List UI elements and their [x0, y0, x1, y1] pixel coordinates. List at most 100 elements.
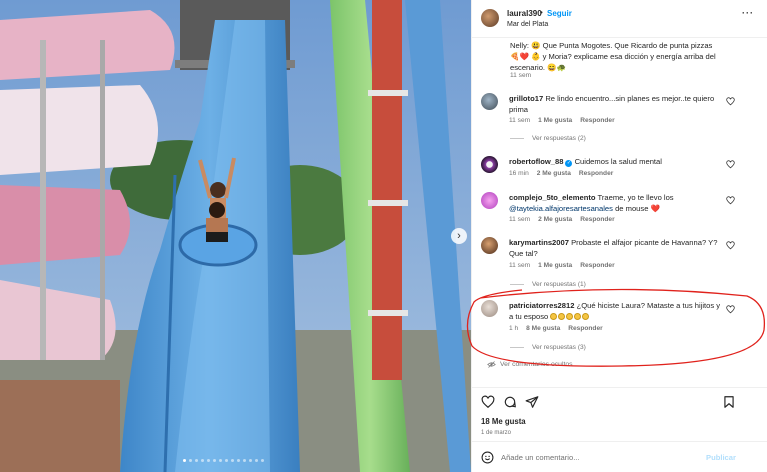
sad-emoji-icon: [582, 313, 590, 320]
replies-line: [510, 347, 524, 348]
sad-emoji-icon: [566, 313, 574, 320]
reply-button[interactable]: Responder: [568, 325, 602, 332]
view-replies-button[interactable]: Ver respuestas (1): [510, 281, 586, 288]
comment-meta: 16 min 2 Me gusta Responder: [509, 170, 613, 177]
post-location[interactable]: Mar del Plata: [507, 21, 548, 28]
publish-button[interactable]: Publicar: [706, 453, 736, 462]
author-avatar[interactable]: [481, 9, 499, 27]
carousel-dot: [207, 459, 210, 462]
post-likes-count[interactable]: 18 Me gusta: [481, 417, 526, 426]
comment-text: Cuidemos la salud mental: [574, 157, 662, 166]
like-post-heart-icon[interactable]: [481, 395, 495, 409]
comment-meta: 11 sem 1 Me gusta Responder: [509, 262, 615, 269]
comment-likes[interactable]: 1 Me gusta: [538, 262, 572, 269]
like-comment-heart-icon[interactable]: [726, 97, 735, 106]
like-comment-heart-icon[interactable]: [726, 241, 735, 250]
comment-text: Nelly: 😃 Que Punta Mogotes. Que Ricardo …: [510, 41, 716, 72]
commenter-username[interactable]: complejo_5to_elemento: [509, 193, 596, 202]
carousel-dot: [225, 459, 228, 462]
carousel-dot: [195, 459, 198, 462]
comment-likes[interactable]: 1 Me gusta: [538, 117, 572, 124]
comment-mention-link[interactable]: @taytekia.alfajoresartesanales: [509, 204, 613, 213]
comment-input[interactable]: [501, 450, 691, 465]
carousel-dot: [213, 459, 216, 462]
comment-meta: 11 sem 1 Me gusta Responder: [509, 117, 615, 124]
save-bookmark-icon[interactable]: [722, 395, 736, 409]
verified-badge-icon: ✓: [565, 160, 573, 167]
like-comment-heart-icon[interactable]: [726, 160, 735, 169]
carousel-dot: [219, 459, 222, 462]
carousel-dot: [183, 459, 186, 462]
post-header: laural390 • Seguir Mar del Plata ···: [472, 0, 767, 38]
post-actions-bar: [472, 387, 767, 415]
comment-likes[interactable]: 8 Me gusta: [526, 325, 560, 332]
sad-emoji-icon: [558, 313, 566, 320]
commenter-username[interactable]: grilloto17: [509, 94, 543, 103]
carousel-dots: [183, 459, 264, 462]
comment-time: 1 h: [509, 325, 519, 332]
like-comment-heart-icon[interactable]: [726, 196, 735, 205]
commenter-avatar[interactable]: [481, 300, 498, 317]
carousel-dot: [189, 459, 192, 462]
reply-button[interactable]: Responder: [580, 216, 614, 223]
reply-button[interactable]: Responder: [579, 170, 613, 177]
commenter-avatar[interactable]: [481, 192, 498, 209]
comment-likes[interactable]: 2 Me gusta: [537, 170, 571, 177]
comment-composer: Publicar: [472, 441, 767, 472]
emoji-picker-icon[interactable]: [481, 451, 494, 464]
replies-line: [510, 284, 524, 285]
carousel-dot: [237, 459, 240, 462]
water-slide-photo: [0, 0, 471, 472]
carousel-dot: [231, 459, 234, 462]
author-username[interactable]: laural390: [507, 9, 542, 18]
reply-button[interactable]: Responder: [580, 117, 614, 124]
reply-button[interactable]: Responder: [580, 262, 614, 269]
comment-item: complejo_5to_elemento Traeme, yo te llev…: [509, 192, 721, 214]
commenter-username[interactable]: karymartins2007: [509, 238, 569, 247]
share-send-icon[interactable]: [525, 395, 539, 409]
carousel-dot: [243, 459, 246, 462]
hidden-eye-icon: [487, 361, 496, 368]
carousel-dot: [249, 459, 252, 462]
comment-meta: 1 h 8 Me gusta Responder: [509, 325, 603, 332]
next-photo-button[interactable]: ›: [451, 228, 467, 244]
commenter-avatar[interactable]: [481, 237, 498, 254]
comment-text-continued: de mouse ❤️: [615, 204, 660, 213]
view-replies-label: Ver respuestas (1): [532, 281, 586, 288]
carousel-dot: [261, 459, 264, 462]
comment-bubble-icon[interactable]: [503, 395, 517, 409]
commenter-avatar[interactable]: [481, 93, 498, 110]
commenter-avatar[interactable]: [481, 156, 498, 173]
comment-meta: 11 sem: [510, 72, 531, 79]
comment-text: Traeme, yo te llevo los: [597, 193, 674, 202]
post-date: 1 de marzo: [481, 430, 512, 436]
hidden-comments-label: Ver comentarios ocultos: [500, 361, 573, 368]
sad-emoji-icon: [574, 313, 582, 320]
comment-item: grilloto17 Re lindo encuentro...sin plan…: [509, 93, 721, 115]
commenter-username[interactable]: patriciatorres2812: [509, 301, 574, 310]
carousel-dot: [201, 459, 204, 462]
comment-item: patriciatorres2812 ¿Qué hiciste Laura? M…: [509, 300, 721, 322]
follow-button[interactable]: Seguir: [547, 9, 572, 18]
comment-time: 16 min: [509, 170, 529, 177]
carousel-dot: [255, 459, 258, 462]
comment-item: karymartins2007 Probaste el alfajor pica…: [509, 237, 721, 259]
like-comment-heart-icon[interactable]: [726, 305, 735, 314]
sad-emoji-icon: [550, 313, 558, 320]
more-options-button[interactable]: ···: [742, 8, 754, 18]
view-replies-label: Ver respuestas (2): [532, 135, 586, 142]
view-replies-button[interactable]: Ver respuestas (3): [510, 344, 586, 351]
post-photo: ›: [0, 0, 471, 472]
comment-meta: 11 sem 2 Me gusta Responder: [509, 216, 615, 223]
comment-item: robertoflow_88 ✓ Cuidemos la salud mental: [509, 156, 721, 167]
view-hidden-comments-button[interactable]: Ver comentarios ocultos: [487, 360, 573, 369]
comment-time: 11 sem: [509, 262, 531, 269]
comment-time: 11 sem: [509, 216, 531, 223]
post-side-panel: laural390 • Seguir Mar del Plata ··· Nel…: [471, 0, 767, 472]
comment-time: 11 sem: [510, 72, 532, 79]
commenter-username[interactable]: robertoflow_88: [509, 157, 563, 166]
replies-line: [510, 138, 524, 139]
header-separator: •: [540, 8, 543, 17]
view-replies-button[interactable]: Ver respuestas (2): [510, 135, 586, 142]
comment-likes[interactable]: 2 Me gusta: [538, 216, 572, 223]
